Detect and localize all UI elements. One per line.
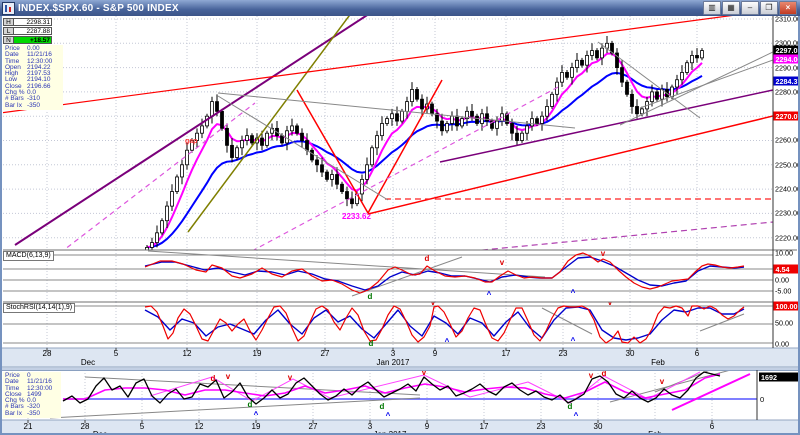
high-value: 2298.31 xyxy=(13,18,52,26)
svg-text:^: ^ xyxy=(571,336,576,345)
high-label: H xyxy=(3,18,13,26)
svg-text:-5.00: -5.00 xyxy=(775,287,791,296)
macd-panel-label: MACD(6,13,9) xyxy=(3,251,54,261)
svg-text:d: d xyxy=(368,292,373,301)
svg-text:23: 23 xyxy=(537,422,546,431)
close-button[interactable]: × xyxy=(779,1,797,15)
svg-text:2284.37: 2284.37 xyxy=(776,77,800,86)
svg-text:Jan 2017: Jan 2017 xyxy=(377,358,410,367)
svg-text:v: v xyxy=(226,372,231,381)
titlebar-tool-button-1[interactable]: ▥ xyxy=(703,1,721,15)
svg-text:0: 0 xyxy=(760,395,764,404)
svg-text:5: 5 xyxy=(140,422,145,431)
net-value: +18.57 xyxy=(13,36,52,44)
low-value: 2287.88 xyxy=(13,27,52,35)
svg-text:0.00: 0.00 xyxy=(775,340,789,349)
svg-text:^: ^ xyxy=(574,411,579,420)
svg-text:100.00: 100.00 xyxy=(776,302,798,311)
svg-text:2240.00: 2240.00 xyxy=(775,185,800,194)
svg-text:6: 6 xyxy=(710,422,715,431)
svg-text:30: 30 xyxy=(594,422,603,431)
window-border-left xyxy=(0,16,2,435)
low-label: L xyxy=(3,27,13,35)
data-window-main: Price0.00Date11/21/16Time12:30:00Open219… xyxy=(3,45,63,110)
svg-text:^: ^ xyxy=(445,337,450,346)
svg-text:2250.00: 2250.00 xyxy=(775,161,800,170)
app-chart-icon xyxy=(2,2,15,15)
svg-text:^: ^ xyxy=(487,290,492,299)
svg-text:v: v xyxy=(660,377,665,386)
net-label: N xyxy=(3,36,13,44)
stochrsi-panel-label: StochRSI(14,14(1),9) xyxy=(3,303,75,313)
svg-text:19: 19 xyxy=(252,422,261,431)
title-bar[interactable]: INDEX.$SPX.60 - S&P 500 INDEX ▥ ▦ – ❐ × xyxy=(0,0,800,16)
svg-text:2294.00: 2294.00 xyxy=(776,55,800,64)
svg-text:d: d xyxy=(568,402,573,411)
titlebar-tool-button-2[interactable]: ▦ xyxy=(722,1,740,15)
svg-text:50.00: 50.00 xyxy=(775,319,793,328)
data-window-bottom: Price0Date11/21/16Time12:30:00Close1499C… xyxy=(3,372,61,418)
svg-text:28: 28 xyxy=(81,422,90,431)
svg-text:d: d xyxy=(211,374,216,383)
svg-text:v: v xyxy=(500,258,505,267)
svg-text:3: 3 xyxy=(368,422,373,431)
window-title: INDEX.$SPX.60 - S&P 500 INDEX xyxy=(18,3,179,14)
svg-text:27: 27 xyxy=(309,422,318,431)
data-row: Bar Ix-350 xyxy=(5,103,61,109)
svg-text:Dec: Dec xyxy=(81,358,95,367)
svg-text:gap: gap xyxy=(185,138,197,145)
svg-text:9: 9 xyxy=(425,422,430,431)
svg-text:1692: 1692 xyxy=(761,373,777,382)
svg-text:2280.00: 2280.00 xyxy=(775,88,800,97)
data-row: Bar Ix-350 xyxy=(5,411,59,417)
svg-text:0.00: 0.00 xyxy=(775,276,789,285)
minimize-button[interactable]: – xyxy=(741,1,759,15)
svg-text:d: d xyxy=(425,254,430,263)
svg-text:4.54: 4.54 xyxy=(776,265,790,274)
svg-text:^: ^ xyxy=(386,411,391,420)
chart-window: INDEX.$SPX.60 - S&P 500 INDEX ▥ ▦ – ❐ × … xyxy=(0,0,800,435)
svg-text:12: 12 xyxy=(195,422,204,431)
svg-text:2233.62: 2233.62 xyxy=(342,212,371,221)
svg-text:2297.03: 2297.03 xyxy=(776,46,800,55)
svg-text:2220.00: 2220.00 xyxy=(775,234,800,243)
high-row: H 2298.31 xyxy=(3,18,52,26)
net-row: N +18.57 xyxy=(3,36,52,44)
svg-text:v: v xyxy=(288,373,293,382)
svg-text:d: d xyxy=(248,400,253,409)
maximize-button[interactable]: ❐ xyxy=(760,1,778,15)
high-low-net-box: H 2298.31 L 2287.88 N +18.57 xyxy=(3,18,52,45)
svg-text:17: 17 xyxy=(480,422,489,431)
svg-text:2290.00: 2290.00 xyxy=(775,64,800,73)
svg-text:21: 21 xyxy=(24,422,33,431)
low-row: L 2287.88 xyxy=(3,27,52,35)
svg-text:d: d xyxy=(380,402,385,411)
svg-text:2270.07: 2270.07 xyxy=(776,112,800,121)
svg-text:10.00: 10.00 xyxy=(775,249,793,258)
svg-text:Feb: Feb xyxy=(651,358,665,367)
svg-text:^: ^ xyxy=(571,288,576,297)
svg-text:d: d xyxy=(369,339,374,348)
svg-text:v: v xyxy=(589,371,594,380)
svg-text:2260.00: 2260.00 xyxy=(775,136,800,145)
svg-text:^: ^ xyxy=(254,410,259,419)
chart-canvas: 2233.62gapddvv^^vvd^^dvvvvdvddd^^^285121… xyxy=(0,0,800,435)
svg-text:2230.00: 2230.00 xyxy=(775,209,800,218)
